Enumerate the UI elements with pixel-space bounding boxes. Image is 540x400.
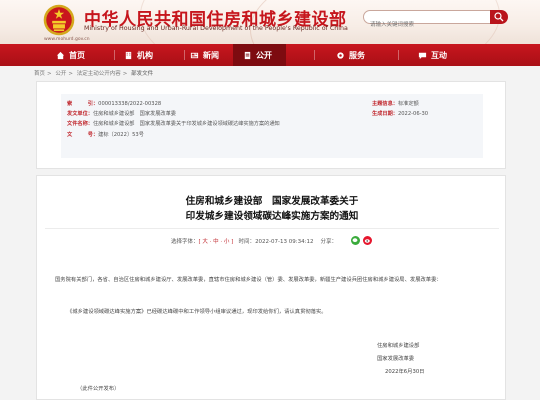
date-label: 时间：: [238, 239, 256, 245]
signature-ministry: 住房和城乡建设部: [377, 343, 420, 349]
nav-item-label: 服务: [349, 50, 365, 60]
main-nav: 首页 机构 新闻 公开 服务 互动: [0, 44, 540, 66]
wechat-share-button[interactable]: [351, 236, 360, 245]
interaction-icon: [418, 52, 427, 59]
search-icon: [494, 12, 504, 22]
weibo-icon: [364, 239, 370, 243]
signature-date: 2022年6月30日: [385, 369, 425, 375]
publication-note: （此件公开发布）: [77, 386, 120, 392]
news-icon: [190, 52, 199, 58]
meta-index: 索 引：000013338/2022-00328: [67, 101, 162, 107]
breadcrumb-documents[interactable]: 部发文件: [131, 71, 153, 77]
share-label: 分享：: [320, 239, 337, 245]
article-paragraph: 国务院有关部门，各省、自治区住房和城乡建设厅、发展改革委，直辖市住房和城乡建设（…: [55, 277, 442, 283]
nav-item-home[interactable]: 首页: [56, 44, 85, 66]
nav-item-public[interactable]: 公开: [233, 44, 286, 66]
weibo-share-button[interactable]: [363, 236, 372, 245]
breadcrumb: 首页 > 公开 > 法定主动公开内容 > 部发文件: [34, 71, 154, 77]
building-icon: [125, 51, 132, 59]
article-title-line2: 印发城乡建设领域碳达峰实施方案的通知: [185, 211, 359, 222]
article-date: 2022-07-13 09:34:12: [255, 239, 314, 245]
document-meta-panel: 索 引：000013338/2022-00328 主题信息：标准定额 发文单位：…: [36, 81, 506, 169]
site-header: 中华人民共和国住房和城乡建设部 Ministry of Housing and …: [0, 0, 540, 44]
breadcrumb-home[interactable]: 首页: [34, 71, 45, 77]
meta-issuer: 发文单位：住房和城乡建设部 国家发展改革委: [67, 111, 176, 117]
nav-item-organization[interactable]: 机构: [124, 44, 153, 66]
home-icon: [56, 51, 65, 59]
breadcrumb-statutory[interactable]: 法定主动公开内容: [77, 71, 121, 77]
signature-ndrc: 国家发展改革委: [377, 356, 415, 362]
site-subtitle: Ministry of Housing and Urban-Rural Deve…: [84, 25, 348, 32]
search-button[interactable]: [490, 10, 508, 24]
national-emblem-icon: [43, 4, 75, 36]
meta-date: 生成日期：2022-06-30: [372, 111, 429, 117]
article-info-row: 选择字体：[ 大 · 中 · 小 ] 时间：2022-07-13 09:34:1…: [171, 237, 337, 245]
public-icon: [244, 51, 251, 59]
divider: [45, 228, 499, 229]
font-size-label: 选择字体：: [171, 239, 199, 245]
meta-topic: 主题信息：标准定额: [372, 101, 419, 107]
search-input[interactable]: [364, 19, 484, 31]
nav-item-label: 公开: [256, 50, 272, 60]
service-icon: [337, 51, 344, 59]
meta-filename: 文件名称：住房和城乡建设部 国家发展改革委关于印发城乡建设领域碳达峰实施方案的通…: [67, 121, 280, 127]
nav-item-service[interactable]: 服务: [336, 44, 365, 66]
wechat-icon: [352, 238, 358, 243]
nav-item-interaction[interactable]: 互动: [418, 44, 447, 66]
nav-item-label: 互动: [431, 50, 447, 60]
document-meta-table: 索 引：000013338/2022-00328 主题信息：标准定额 发文单位：…: [61, 94, 483, 158]
meta-number: 文 号：建标〔2022〕53号: [67, 132, 144, 138]
nav-item-label: 机构: [137, 50, 153, 60]
search-field-container: [363, 10, 491, 31]
nav-item-label: 新闻: [203, 50, 219, 60]
font-size-selector[interactable]: [ 大 · 中 · 小 ]: [199, 239, 234, 245]
nav-item-news[interactable]: 新闻: [190, 44, 219, 66]
article-body: 住房和城乡建设部 国家发展改革委关于 印发城乡建设领域碳达峰实施方案的通知 选择…: [36, 175, 506, 400]
nav-item-label: 首页: [69, 50, 85, 60]
breadcrumb-public[interactable]: 公开: [55, 71, 66, 77]
article-title-line1: 住房和城乡建设部 国家发展改革委关于: [185, 196, 359, 207]
site-url: www.mohurd.gov.cn: [44, 37, 90, 42]
article-paragraph: 《城乡建设领域碳达峰实施方案》已经碳达峰碳中和工作领导小组审议通过，现印发给你们…: [67, 309, 327, 315]
